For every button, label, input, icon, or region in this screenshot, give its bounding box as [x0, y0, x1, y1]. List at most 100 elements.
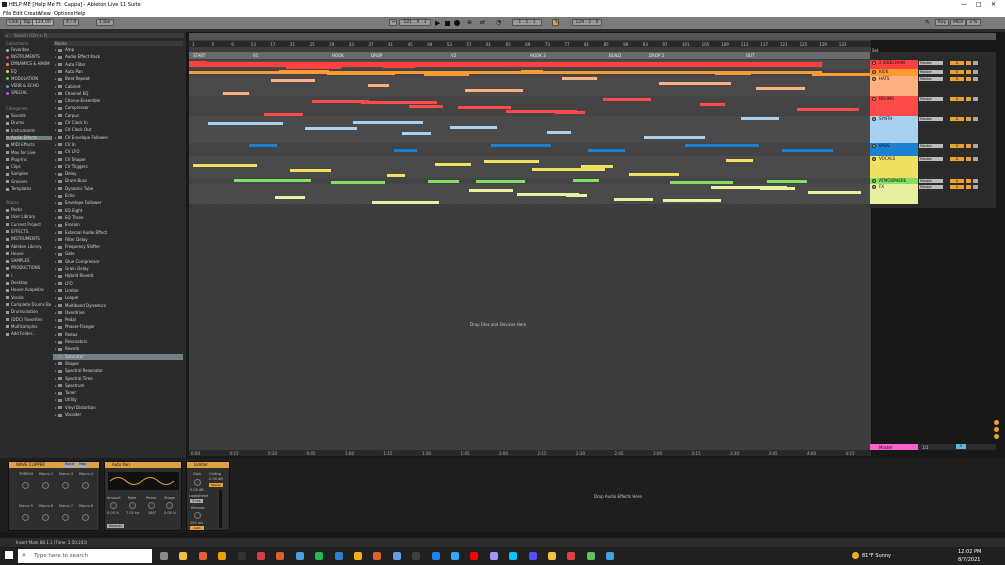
locator-marker[interactable]: DROP [371, 53, 382, 58]
amount-knob[interactable] [110, 502, 117, 509]
browser-item[interactable]: ▸ Echo [55, 193, 75, 199]
solo-button[interactable] [973, 61, 978, 65]
category-item[interactable]: Audio Effects [6, 135, 52, 141]
maximize-button[interactable]: □ [976, 1, 982, 8]
clip[interactable] [659, 82, 731, 85]
time-signature[interactable]: 4 / 4 [63, 19, 80, 26]
taskbar-app-icon[interactable] [295, 552, 304, 560]
taskbar-app-icon[interactable] [567, 552, 576, 560]
tempo-field[interactable]: 124.00 [32, 19, 54, 26]
clip[interactable] [700, 103, 725, 106]
taskbar-app-icon[interactable] [489, 552, 498, 560]
clip[interactable] [808, 191, 861, 194]
release-knob[interactable] [194, 512, 201, 519]
clip[interactable] [275, 196, 305, 199]
browser-item[interactable]: ▸ Corpus [55, 113, 79, 119]
taskbar-app-icon[interactable] [373, 552, 382, 560]
output-route[interactable]: Master [919, 70, 943, 74]
clip[interactable] [189, 62, 822, 67]
clip[interactable] [581, 165, 613, 168]
clip[interactable] [435, 163, 471, 166]
macro-knob[interactable] [42, 482, 49, 489]
clip[interactable] [603, 98, 651, 101]
browser-item[interactable]: ▸ Compressor [55, 106, 89, 111]
output-route[interactable]: Master [919, 97, 943, 101]
close-button[interactable]: ✕ [991, 1, 996, 8]
mode-selector[interactable]: Normal [107, 524, 124, 528]
place-item[interactable]: Vocals [6, 295, 24, 301]
taskbar-app-icon[interactable] [198, 552, 207, 560]
clip[interactable] [685, 144, 759, 147]
browser-item[interactable]: ▸ CV Clock Out [55, 128, 91, 133]
clip[interactable] [290, 169, 331, 172]
locator-marker[interactable]: HOOK [332, 53, 344, 58]
locator-marker[interactable]: DROP 2 [649, 53, 664, 58]
place-item[interactable]: INSTRUMENTS [6, 236, 40, 242]
track-header[interactable]: HATS [870, 76, 918, 96]
wave-clipper-rack[interactable]: WAVE CLIPPER Rand Map THRESH Macro 2 Macro… [8, 461, 100, 531]
taskbar-app-icon[interactable] [392, 552, 401, 560]
song-position[interactable]: 121 . 4 . 3 [399, 19, 431, 26]
loop-start-field[interactable]: 1 . 1 . 1 [512, 19, 542, 26]
solo-button[interactable] [973, 179, 978, 183]
browser-item[interactable]: ▸ Redux [55, 332, 78, 338]
browser-item[interactable]: ▸ LFO [55, 281, 73, 287]
browser-item[interactable]: ▸ Phaser-Flanger [55, 325, 95, 330]
stereo-button[interactable]: Stereo [209, 483, 223, 487]
clip[interactable] [193, 164, 257, 167]
collection-item[interactable]: INSTRUMENTS [6, 54, 40, 60]
track-volume[interactable]: 0 [950, 144, 964, 148]
quantization-menu[interactable]: 1 Bar [96, 19, 114, 26]
clip[interactable] [368, 84, 389, 87]
browser-item[interactable]: ▸ CV Triggers [55, 164, 88, 170]
output-route[interactable]: Master [919, 61, 943, 65]
clip[interactable] [484, 160, 539, 163]
category-item[interactable]: MIDI Effects [6, 142, 35, 148]
map-button[interactable]: Map [77, 462, 89, 468]
browser-item[interactable]: ▸ Delay [55, 171, 76, 177]
windows-start-icon[interactable] [5, 551, 13, 559]
mute-button[interactable] [966, 77, 971, 81]
taskbar-app-icon[interactable] [548, 552, 556, 560]
taskbar-app-icon[interactable] [315, 552, 324, 560]
clip[interactable] [614, 198, 653, 201]
clip[interactable] [555, 111, 585, 114]
browser-item[interactable]: ▸ EQ Eight [55, 208, 82, 214]
midi-map-button[interactable]: MIDI [950, 19, 967, 26]
master-track[interactable]: Master 1/2 0 [870, 444, 996, 450]
link-button[interactable]: Link [6, 19, 22, 26]
browser-item[interactable]: ▸ Audio Effect Rack [55, 55, 100, 60]
clip[interactable] [372, 201, 439, 204]
loop-length-field[interactable]: 129 . 2 . 0 [572, 19, 602, 26]
taskbar-app-icon[interactable] [237, 552, 246, 560]
clip[interactable] [465, 89, 523, 92]
taskbar-app-icon[interactable] [431, 552, 440, 560]
clip[interactable] [223, 92, 249, 95]
place-item[interactable]: PRODUCTIONS [6, 266, 40, 271]
menu-file[interactable]: File [3, 11, 11, 17]
taskbar-app-icon[interactable] [586, 552, 595, 560]
record-icon[interactable] [454, 20, 460, 26]
place-item[interactable]: House [6, 251, 24, 257]
clip[interactable] [767, 180, 807, 183]
collection-item[interactable]: MODULATION [6, 76, 38, 82]
taskbar-app-icon[interactable] [334, 552, 343, 560]
locator-marker[interactable]: HOOK 2 [530, 53, 546, 58]
clip[interactable] [409, 105, 443, 108]
phase-knob[interactable] [148, 502, 155, 509]
solo-button[interactable] [973, 157, 978, 161]
clock-date[interactable]: 8/7/2021 [958, 557, 980, 563]
track-activator-icon[interactable] [872, 185, 876, 189]
browser-item[interactable]: ▸ Saturator [55, 354, 84, 360]
place-item[interactable]: Packs [6, 207, 22, 213]
category-item[interactable]: Clips [6, 164, 21, 170]
browser-search-input[interactable]: Search (Ctrl + F) [4, 33, 184, 38]
ceiling-value[interactable]: -0.30 dB [208, 477, 223, 481]
taskbar-app-icon[interactable] [528, 552, 537, 560]
taskbar-app-icon[interactable] [509, 552, 518, 560]
track-volume[interactable]: 0 [950, 70, 964, 74]
track-activator-icon[interactable] [872, 179, 876, 183]
browser-item[interactable]: ▸ Envelope Follower [55, 201, 101, 206]
browser-item[interactable]: ▸ Limiter [55, 288, 79, 294]
clip[interactable] [760, 187, 795, 190]
